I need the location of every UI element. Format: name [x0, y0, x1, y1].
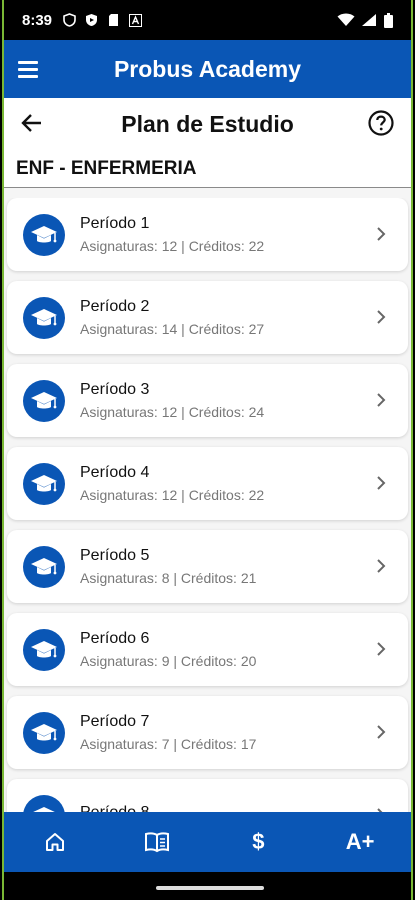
back-arrow-icon[interactable]	[18, 109, 46, 137]
period-title: Período 4	[80, 464, 150, 481]
period-text: Período 4 Asignaturas: 12 | Créditos: 22	[80, 464, 264, 503]
period-title: Período 3	[80, 381, 150, 398]
status-bar: 8:39	[4, 0, 411, 40]
play-protect-icon	[84, 13, 98, 27]
book-icon[interactable]	[127, 822, 187, 862]
sd-card-icon	[106, 13, 120, 27]
graduation-cap-icon	[23, 628, 65, 671]
chevron-right-icon	[374, 558, 388, 574]
program-heading: ENF - ENFERMERIA	[4, 150, 411, 188]
period-summary: Asignaturas: 12 | Créditos: 22	[80, 487, 265, 503]
dollar-icon[interactable]: $	[228, 822, 288, 862]
period-summary: Asignaturas: 9 | Créditos: 20	[80, 653, 257, 669]
period-summary: Asignaturas: 8 | Créditos: 21	[80, 570, 257, 586]
period-text: Período 5 Asignaturas: 8 | Créditos: 21	[80, 547, 256, 586]
hamburger-menu-icon[interactable]	[18, 55, 44, 83]
period-list: Período 1 Asignaturas: 12 | Créditos: 22 P…	[4, 198, 411, 812]
period-title: Período 2	[80, 298, 150, 315]
battery-icon	[383, 12, 393, 28]
wifi-icon	[337, 13, 355, 27]
period-card[interactable]: Período 1 Asignaturas: 12 | Créditos: 22	[7, 198, 408, 271]
period-summary: Asignaturas: 12 | Créditos: 22	[80, 238, 265, 254]
phone-screen: 8:39 Probus Academy Plan de Estudio ENF …	[2, 0, 413, 900]
graduation-cap-icon	[23, 711, 65, 754]
chevron-right-icon	[374, 724, 388, 740]
period-text: Período 3 Asignaturas: 12 | Créditos: 24	[80, 381, 264, 420]
page-title: Plan de Estudio	[121, 110, 294, 137]
chevron-right-icon	[374, 392, 388, 408]
home-gesture-pill[interactable]	[156, 886, 264, 890]
period-card[interactable]: Período 8	[7, 779, 408, 812]
graduation-cap-icon	[23, 794, 65, 812]
period-text: Período 2 Asignaturas: 14 | Créditos: 27	[80, 298, 264, 337]
graduation-cap-icon	[23, 213, 65, 256]
period-summary: Asignaturas: 14 | Créditos: 27	[80, 321, 265, 337]
status-time: 8:39	[22, 11, 53, 29]
period-title: Período 1	[80, 215, 150, 232]
chevron-right-icon	[374, 475, 388, 491]
chevron-right-icon	[374, 309, 388, 325]
font-notification-icon	[128, 13, 142, 27]
graduation-cap-icon	[23, 296, 65, 339]
page-header: Plan de Estudio	[4, 98, 411, 150]
help-icon[interactable]	[367, 109, 395, 137]
app-bar: Probus Academy	[4, 40, 411, 98]
chevron-right-icon	[374, 641, 388, 657]
period-text: Período 1 Asignaturas: 12 | Créditos: 22	[80, 215, 264, 254]
period-title: Período 5	[80, 547, 150, 564]
graduation-cap-icon	[23, 462, 65, 505]
period-card[interactable]: Período 2 Asignaturas: 14 | Créditos: 27	[7, 281, 408, 354]
font-size-icon[interactable]: A+	[330, 822, 390, 862]
font-size-label: A+	[345, 829, 375, 854]
app-title: Probus Academy	[113, 55, 302, 82]
period-summary: Asignaturas: 7 | Créditos: 17	[80, 736, 257, 752]
gesture-bar	[4, 872, 411, 900]
period-title: Período 7	[80, 713, 150, 730]
home-icon[interactable]	[25, 822, 85, 862]
period-card[interactable]: Período 4 Asignaturas: 12 | Créditos: 22	[7, 447, 408, 520]
period-card[interactable]: Período 7 Asignaturas: 7 | Créditos: 17	[7, 696, 408, 769]
shield-icon	[62, 13, 76, 27]
status-notification-icons	[62, 13, 142, 27]
status-system-icons	[337, 12, 393, 28]
period-text: Período 6 Asignaturas: 9 | Créditos: 20	[80, 630, 256, 669]
chevron-right-icon	[374, 226, 388, 242]
period-card[interactable]: Período 3 Asignaturas: 12 | Créditos: 24	[7, 364, 408, 437]
graduation-cap-icon	[23, 379, 65, 422]
period-text: Período 7 Asignaturas: 7 | Créditos: 17	[80, 713, 256, 752]
period-title: Período 8	[80, 804, 149, 812]
period-card[interactable]: Período 5 Asignaturas: 8 | Créditos: 21	[7, 530, 408, 603]
graduation-cap-icon	[23, 545, 65, 588]
signal-icon	[361, 13, 377, 27]
bottom-navigation: $ A+	[4, 812, 411, 872]
period-summary: Asignaturas: 12 | Créditos: 24	[80, 404, 265, 420]
period-card[interactable]: Período 6 Asignaturas: 9 | Créditos: 20	[7, 613, 408, 686]
period-text: Período 8	[80, 804, 149, 812]
period-title: Período 6	[80, 630, 150, 647]
dollar-label: $	[252, 829, 265, 854]
